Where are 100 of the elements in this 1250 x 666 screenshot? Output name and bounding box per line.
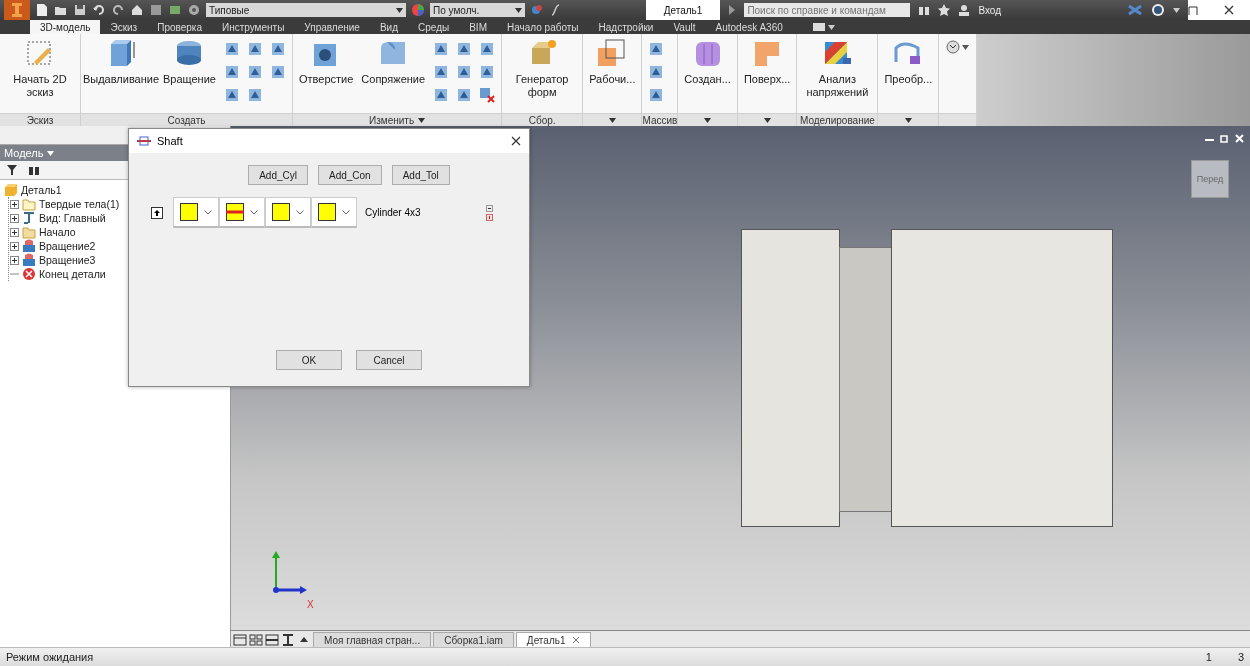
caret-icon[interactable] — [418, 117, 426, 123]
exchange-icon[interactable] — [1127, 4, 1143, 16]
tree-item[interactable]: Вид: Главный — [39, 212, 106, 224]
caret-icon[interactable] — [704, 117, 712, 123]
expand-icon[interactable] — [10, 241, 19, 251]
expand-icon[interactable] — [10, 213, 19, 223]
gear-icon[interactable] — [187, 3, 201, 17]
caret-icon[interactable] — [396, 7, 403, 13]
caret-icon[interactable] — [904, 117, 912, 123]
remove-icon[interactable] — [486, 213, 493, 221]
segment-dropdown[interactable] — [311, 197, 357, 228]
group-label: Моделирование — [800, 114, 875, 126]
folder-icon — [22, 197, 36, 211]
caret-icon[interactable] — [608, 117, 616, 123]
tool-icon — [456, 41, 473, 57]
move-up-icon[interactable] — [151, 206, 163, 219]
binoculars-icon[interactable] — [918, 4, 931, 16]
view-icon — [22, 211, 36, 225]
new-file-icon[interactable] — [35, 3, 49, 17]
folder-icon — [22, 225, 36, 239]
help-search-field[interactable]: Поиск по справке и командам — [744, 3, 911, 17]
color-swatch-icon — [272, 203, 290, 221]
tree-item[interactable]: Вращение2 — [39, 240, 96, 252]
add-button[interactable]: Add_Tol — [391, 165, 450, 185]
window-title: Деталь1 — [662, 4, 704, 16]
ribbon-button[interactable]: Генератор форм — [505, 38, 580, 99]
group-label: Изменить — [369, 114, 415, 126]
ribbon-tab[interactable]: 3D-модель — [30, 20, 101, 34]
color-swatch-icon — [318, 203, 336, 221]
segment-dropdown[interactable] — [265, 197, 311, 228]
undo-icon[interactable] — [92, 3, 106, 17]
add-button[interactable]: Add_Cyl — [248, 165, 308, 185]
document-tab[interactable]: Моя главная стран... — [313, 632, 432, 647]
ribbon-tab[interactable]: Начало работы — [496, 20, 589, 34]
ribbon-tab[interactable]: Надстройки — [588, 20, 664, 34]
tree-item[interactable]: Начало — [39, 226, 76, 238]
redo-icon[interactable] — [111, 3, 125, 17]
save-icon[interactable] — [73, 3, 87, 17]
ribbon-tab[interactable]: Управление — [294, 20, 370, 34]
axis-label: X — [307, 599, 314, 610]
caret-icon[interactable] — [962, 44, 970, 50]
dialog-button[interactable]: OK — [276, 350, 342, 370]
user-icon[interactable] — [958, 4, 971, 16]
star-icon[interactable] — [938, 4, 951, 16]
vertical-split-icon[interactable] — [281, 633, 295, 647]
ribbon-button[interactable]: Отверстие — [295, 38, 357, 86]
ribbon-tab[interactable]: Инструменты — [212, 20, 295, 34]
sign-in-button[interactable]: Вход — [978, 4, 1001, 16]
minus-icon[interactable] — [486, 204, 493, 212]
document-tab[interactable]: Деталь1 — [515, 632, 591, 647]
ribbon-tab[interactable]: Эскиз — [100, 20, 148, 34]
ribbon-button[interactable]: Выдавливание — [84, 38, 158, 86]
ribbon-tab[interactable]: Среды — [408, 20, 460, 34]
caret-icon[interactable] — [827, 24, 835, 30]
ribbon-tab[interactable]: Autodesk A360 — [705, 20, 793, 34]
segment-dropdown[interactable] — [219, 197, 265, 228]
ribbon-tab[interactable]: BIM — [459, 20, 497, 34]
ribbon-button[interactable]: Начать 2D эскиз — [3, 38, 77, 99]
tile-icon[interactable] — [249, 633, 263, 647]
horizontal-split-icon[interactable] — [265, 633, 279, 647]
caret-icon[interactable] — [515, 7, 522, 13]
color-wheel-icon[interactable] — [411, 3, 425, 17]
segment-dropdown[interactable] — [173, 197, 219, 228]
expand-icon[interactable] — [946, 40, 961, 54]
chevron-down-icon — [296, 209, 304, 215]
ribbon-button[interactable]: Создан... — [681, 38, 734, 86]
screen-icon[interactable] — [812, 23, 825, 31]
add-button[interactable]: Add_Con — [318, 165, 382, 185]
ribbon-tab[interactable]: Вид — [369, 20, 409, 34]
ribbon-button[interactable]: Сопряжение — [358, 38, 429, 86]
dialog-button[interactable]: Cancel — [356, 350, 422, 370]
tree-item[interactable]: Твердые тела(1) — [39, 198, 120, 210]
ribbon-tab[interactable]: Vault — [663, 20, 706, 34]
arrow-right-icon[interactable] — [728, 4, 737, 16]
ribbon-button[interactable]: Рабочи... — [586, 38, 639, 86]
expand-icon[interactable] — [10, 255, 19, 265]
caret-icon[interactable] — [763, 117, 771, 123]
close-icon[interactable] — [511, 136, 521, 146]
tree-item[interactable]: Деталь1 — [21, 184, 62, 196]
expand-icon[interactable] — [10, 227, 19, 237]
material-dropdown[interactable]: По умолч. — [430, 3, 525, 17]
caret-icon[interactable] — [1173, 7, 1180, 13]
window-layout-icon[interactable] — [233, 633, 247, 647]
document-tab[interactable]: Сборка1.iam — [433, 632, 514, 647]
ribbon-tab[interactable]: Проверка — [147, 20, 212, 34]
ribbon-button[interactable]: Вращение — [160, 38, 219, 86]
style-dropdown[interactable]: Типовые — [206, 3, 406, 17]
filter-icon[interactable] — [6, 164, 18, 176]
close-icon[interactable] — [1224, 5, 1234, 15]
help-icon[interactable] — [1151, 3, 1165, 17]
home-icon[interactable] — [130, 3, 144, 17]
tree-item[interactable]: Вращение3 — [39, 254, 96, 266]
binoculars-icon[interactable] — [28, 164, 40, 176]
expand-icon[interactable] — [10, 199, 19, 209]
stop-icon — [22, 267, 36, 281]
ribbon-button[interactable]: Анализ напряжений — [800, 38, 875, 99]
tool-icon — [456, 87, 473, 103]
ribbon-button[interactable]: Поверх... — [740, 38, 794, 86]
tool-icon — [269, 64, 286, 80]
tree-item[interactable]: Конец детали — [39, 268, 106, 280]
